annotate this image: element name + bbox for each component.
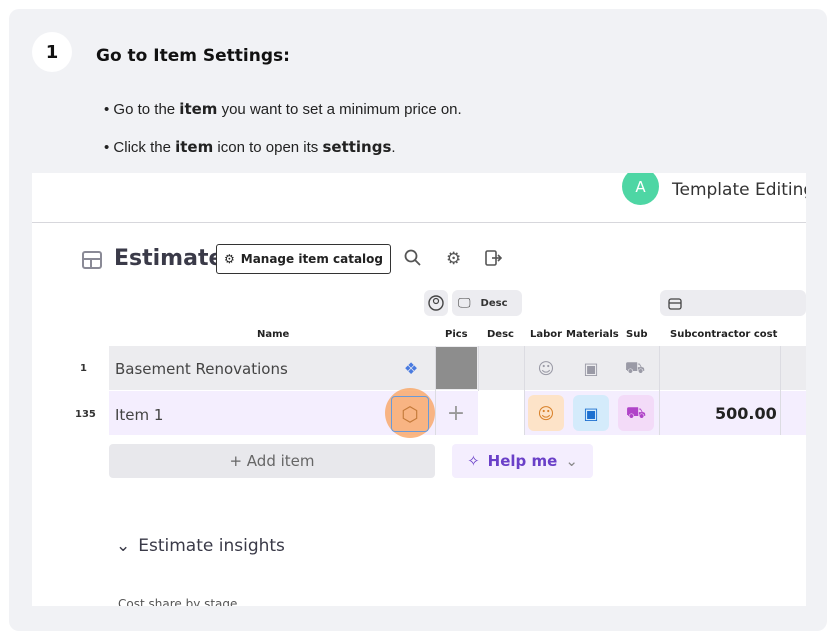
column-divider <box>435 346 436 435</box>
help-me-button[interactable]: ✧ Help me ⌄ <box>452 444 593 478</box>
step-title: Go to Item Settings: <box>96 46 290 66</box>
instruction-bullet-2: • Click the item icon to open its settin… <box>104 138 396 156</box>
chevron-down-icon: ⌄ <box>116 536 131 556</box>
project-title: Template Editing <box>672 180 806 200</box>
step-number: 1 <box>32 32 72 72</box>
desc-cell[interactable] <box>478 391 524 435</box>
app-screenshot: A Template Editing Estimate ⚙ Manage ite… <box>32 173 806 606</box>
col-header-pics: Pics <box>445 329 468 340</box>
step-card: 1 Go to Item Settings: • Go to the item … <box>9 9 827 631</box>
materials-icon[interactable]: ▣ <box>577 354 605 382</box>
column-divider <box>780 346 781 435</box>
group-icon[interactable]: ❖ <box>397 354 425 382</box>
row-number: 135 <box>75 409 96 420</box>
export-icon[interactable] <box>484 249 503 272</box>
row-name[interactable]: Item 1 <box>115 406 163 424</box>
instruction-bullet-1: • Go to the item you want to set a minim… <box>104 100 462 118</box>
table-icon <box>82 251 102 269</box>
subcontractor-cost-value[interactable]: 500.00 <box>715 404 777 423</box>
col-header-labor: Labor <box>530 329 563 340</box>
cost-share-label: Cost share by stage <box>118 597 238 606</box>
item-photo[interactable] <box>435 347 477 389</box>
search-icon[interactable] <box>404 249 421 271</box>
top-bar: A Template Editing <box>32 173 806 223</box>
chevron-down-icon: ⌄ <box>565 452 578 470</box>
catalog-icon: ⚙ <box>223 252 235 266</box>
col-header-desc: Desc <box>487 329 514 340</box>
item-cube-icon[interactable]: ⬡ <box>391 396 429 432</box>
col-header-name: Name <box>257 329 290 340</box>
desc-column-pill[interactable]: 🖵 Desc <box>452 290 522 316</box>
person-column-pill[interactable] <box>424 290 448 316</box>
estimate-insights-toggle[interactable]: ⌄ Estimate insights <box>116 536 285 556</box>
manage-item-catalog-button[interactable]: ⚙ Manage item catalog <box>216 244 391 274</box>
column-divider <box>524 346 525 435</box>
col-header-sub: Sub <box>626 329 648 340</box>
estimate-title: Estimate <box>114 246 224 271</box>
col-header-materials: Materials <box>566 329 619 340</box>
avatar[interactable]: A <box>622 173 659 205</box>
presentation-icon: 🖵 <box>458 295 471 311</box>
gear-icon[interactable]: ⚙ <box>446 249 461 269</box>
subcontractor-column-pill[interactable] <box>660 290 806 316</box>
labor-icon[interactable]: ☺ <box>528 395 564 431</box>
labor-icon[interactable]: ☺ <box>532 354 560 382</box>
row-name[interactable]: Basement Renovations <box>115 360 288 378</box>
row-number: 1 <box>80 363 87 374</box>
sparkle-icon: ✧ <box>467 452 480 470</box>
column-divider <box>659 346 660 435</box>
add-item-button[interactable]: + Add item <box>109 444 435 478</box>
materials-icon[interactable]: ▣ <box>573 395 609 431</box>
sub-truck-icon[interactable]: ⛟ <box>621 354 649 382</box>
col-header-subcontractor-cost: Subcontractor cost <box>670 329 778 340</box>
add-photo-icon[interactable]: + <box>442 399 470 427</box>
sub-truck-icon[interactable]: ⛟ <box>618 395 654 431</box>
